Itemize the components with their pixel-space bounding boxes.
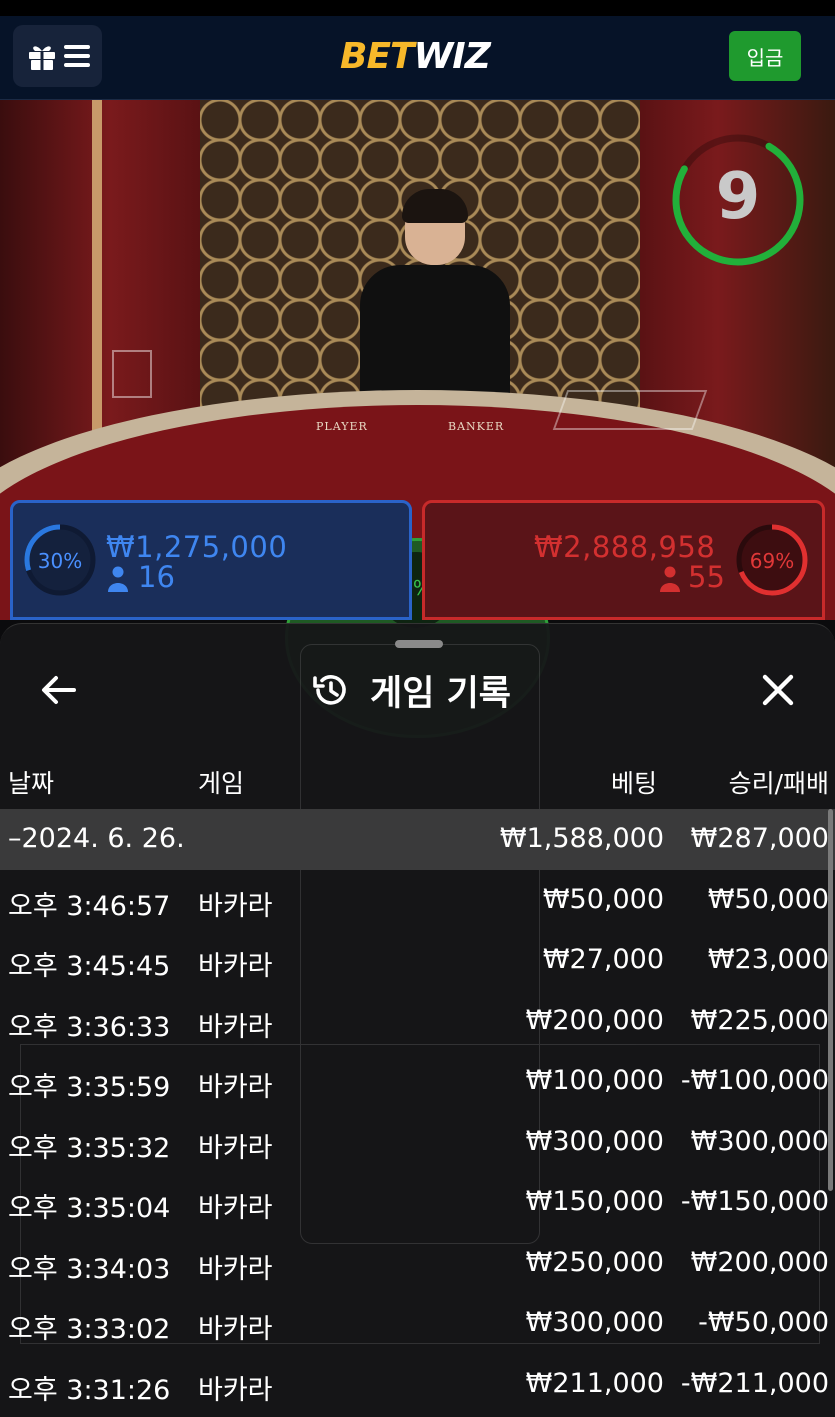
row-bet: ₩300,000	[525, 1307, 664, 1338]
table-row[interactable]: 오후 3:45:45 바카라 ₩27,000 ₩23,000	[0, 930, 835, 991]
card-shoe	[552, 390, 708, 430]
row-bet: ₩300,000	[525, 1125, 664, 1157]
card-holder	[112, 350, 152, 398]
player-percent: 30%	[37, 549, 83, 573]
row-result: ₩200,000	[690, 1246, 829, 1278]
row-bet: ₩50,000	[542, 883, 664, 915]
gift-icon	[28, 46, 55, 70]
brand-logo[interactable]: BETWIZ	[340, 36, 491, 77]
menu-button[interactable]	[13, 25, 102, 87]
player-count: 16	[138, 560, 175, 594]
top-header: BETWIZ 입금	[0, 16, 835, 100]
table-label-banker: BANKER	[448, 420, 505, 433]
row-time: 오후 3:34:03	[8, 1253, 171, 1285]
person-icon	[108, 566, 128, 592]
banker-amount: ₩2,888,958	[534, 530, 716, 564]
row-time: 오후 3:35:32	[8, 1132, 171, 1164]
arrow-left-icon	[42, 676, 76, 704]
date-group-bet-total: ₩1,588,000	[499, 823, 664, 854]
row-result: -₩50,000	[698, 1307, 829, 1338]
table-row[interactable]: 오후 3:34:03 바카라 ₩250,000 ₩200,000	[0, 1233, 835, 1294]
row-bet: ₩150,000	[525, 1186, 664, 1217]
row-bet: ₩250,000	[525, 1246, 664, 1278]
row-game: 바카라	[198, 1314, 273, 1345]
date-group-row[interactable]: –2024. 6. 26. ₩1,588,000 ₩287,000	[0, 809, 835, 870]
row-result: ₩300,000	[690, 1125, 829, 1157]
column-header-result[interactable]: 승리/패배	[729, 764, 829, 800]
row-game: 바카라	[198, 1193, 273, 1224]
row-game: 바카라	[198, 1253, 273, 1285]
table-row[interactable]: 오후 3:35:32 바카라 ₩300,000 ₩300,000	[0, 1112, 835, 1173]
row-result: -₩211,000	[680, 1367, 829, 1399]
row-result: ₩50,000	[707, 883, 829, 915]
row-time: 오후 3:35:59	[8, 1072, 171, 1103]
logo-wiz: WIZ	[413, 36, 491, 77]
row-bet: ₩200,000	[525, 1004, 664, 1036]
table-row[interactable]: 오후 3:31:26 바카라 ₩211,000 -₩211,000	[0, 1354, 835, 1415]
row-result: -₩150,000	[680, 1186, 829, 1217]
row-time: 오후 3:35:04	[8, 1193, 171, 1224]
row-bet: ₩27,000	[542, 944, 664, 975]
row-time: 오후 3:31:26	[8, 1374, 171, 1406]
row-time: 오후 3:33:02	[8, 1314, 171, 1345]
row-time: 오후 3:45:45	[8, 951, 171, 982]
date-group-result-total: ₩287,000	[690, 823, 829, 854]
row-bet: ₩211,000	[525, 1367, 664, 1399]
logo-bet: BET	[340, 36, 415, 77]
table-row[interactable]: 오후 3:35:59 바카라 ₩100,000 -₩100,000	[0, 1051, 835, 1112]
row-result: ₩225,000	[690, 1004, 829, 1036]
table-row[interactable]: 오후 3:35:04 바카라 ₩150,000 -₩150,000	[0, 1172, 835, 1233]
countdown-number: 9	[715, 160, 761, 234]
row-game: 바카라	[198, 1374, 273, 1406]
table-row[interactable]: 오후 3:33:02 바카라 ₩300,000 -₩50,000	[0, 1293, 835, 1354]
hamburger-icon	[63, 45, 90, 67]
row-result: ₩23,000	[707, 944, 829, 975]
player-amount: ₩1,275,000	[106, 530, 288, 564]
column-header-date[interactable]: 날짜	[8, 764, 54, 800]
back-button[interactable]	[36, 668, 80, 712]
status-bar	[0, 0, 835, 16]
table-label-player: PLAYER	[316, 420, 368, 433]
row-bet: ₩100,000	[525, 1065, 664, 1096]
row-game: 바카라	[198, 951, 273, 982]
row-result: -₩100,000	[680, 1065, 829, 1096]
banker-percent: 69%	[749, 549, 795, 573]
row-game: 바카라	[198, 1132, 273, 1164]
person-icon	[660, 566, 680, 592]
table-row[interactable]: 오후 3:36:33 바카라 ₩200,000 ₩225,000	[0, 991, 835, 1052]
sheet-title: 게임 기록	[370, 673, 511, 714]
column-header-game[interactable]: 게임	[198, 764, 244, 800]
close-icon	[762, 674, 794, 706]
table-row[interactable]: 오후 3:46:57 바카라 ₩50,000 ₩50,000	[0, 870, 835, 931]
row-game: 바카라	[198, 1011, 273, 1043]
deposit-button[interactable]: 입금	[729, 31, 801, 81]
row-game: 바카라	[198, 1072, 273, 1103]
row-time: 오후 3:46:57	[8, 890, 171, 922]
row-game: 바카라	[198, 890, 273, 922]
row-time: 오후 3:36:33	[8, 1011, 171, 1043]
scrollbar[interactable]	[828, 809, 833, 1191]
column-header-bet[interactable]: 베팅	[611, 764, 657, 800]
date-group-label: –2024. 6. 26.	[8, 823, 185, 854]
history-list: –2024. 6. 26. ₩1,588,000 ₩287,000 오후 3:4…	[0, 809, 835, 1414]
close-button[interactable]	[756, 668, 800, 712]
sheet-header: 게임 기록	[310, 668, 511, 714]
history-icon	[313, 675, 346, 705]
drag-handle[interactable]	[395, 640, 443, 648]
banker-count: 55	[688, 560, 725, 594]
game-history-sheet: 게임 기록 날짜 게임 베팅 승리/패배 –2024. 6. 26. ₩1,58…	[0, 623, 835, 1417]
